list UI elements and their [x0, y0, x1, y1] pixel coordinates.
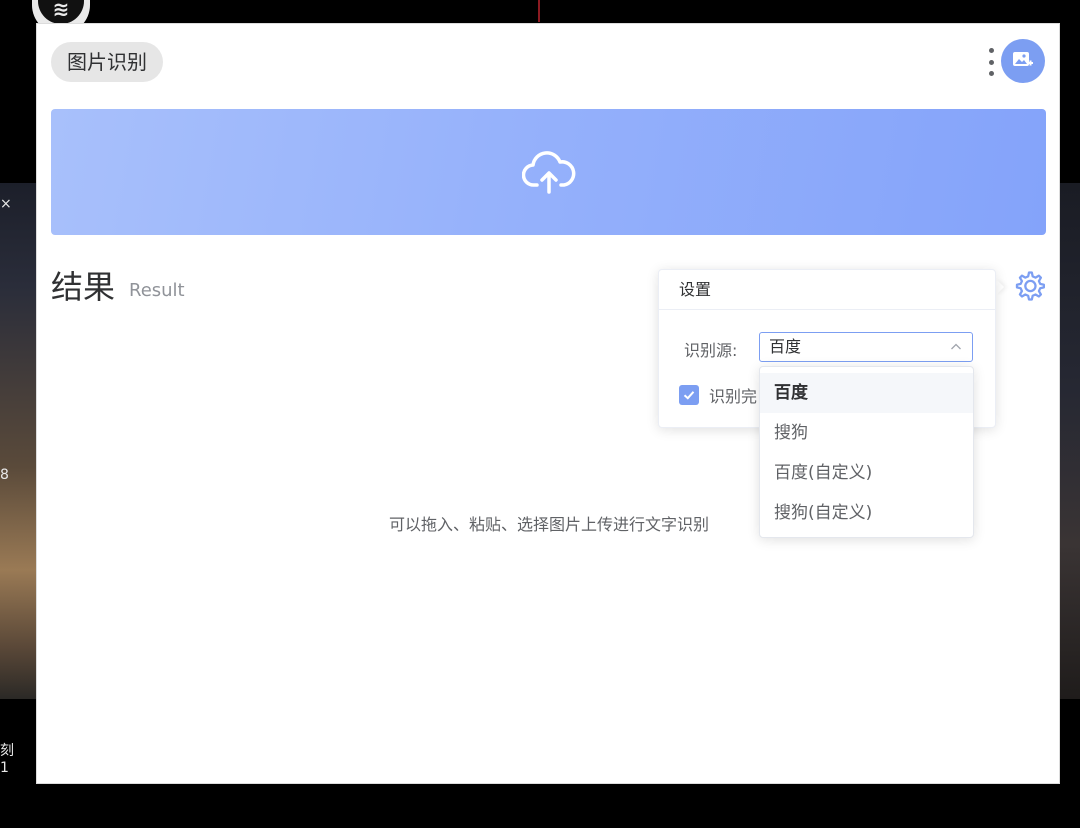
dropdown-option[interactable]: 搜狗(自定义) — [760, 493, 973, 533]
source-select[interactable]: 百度 — [759, 332, 973, 362]
chevron-up-icon — [951, 343, 961, 350]
popover-title: 设置 — [659, 270, 995, 310]
desktop-text: × — [0, 196, 12, 212]
desktop-divider — [538, 0, 540, 22]
more-menu-icon[interactable] — [987, 48, 995, 76]
page-title: 图片识别 — [51, 42, 163, 82]
source-label: 识别源: — [684, 341, 738, 360]
check-icon — [683, 391, 695, 400]
desktop-wallpaper-left — [0, 183, 36, 699]
auto-copy-label: 识别完 — [709, 387, 758, 406]
gear-icon[interactable] — [1012, 269, 1046, 303]
result-heading: 结果 — [51, 268, 116, 306]
auto-copy-checkbox[interactable] — [679, 385, 699, 405]
result-subheading: Result — [129, 280, 185, 301]
desktop-wallpaper-right — [1060, 183, 1080, 699]
image-icon — [1013, 52, 1033, 66]
upload-dropzone[interactable] — [51, 109, 1046, 235]
dropdown-option[interactable]: 搜狗 — [760, 413, 973, 453]
cloud-upload-icon — [521, 151, 575, 194]
dropdown-option[interactable]: 百度 — [760, 373, 973, 413]
dropdown-option[interactable]: 百度(自定义) — [760, 453, 973, 493]
source-dropdown: 百度 搜狗 百度(自定义) 搜狗(自定义) — [759, 366, 974, 538]
desktop-text: 刻 — [0, 743, 14, 759]
image-button[interactable] — [1001, 39, 1045, 83]
desktop-text: 8 — [0, 467, 9, 483]
desktop-text: 1 — [0, 760, 9, 776]
source-select-value: 百度 — [769, 337, 802, 356]
